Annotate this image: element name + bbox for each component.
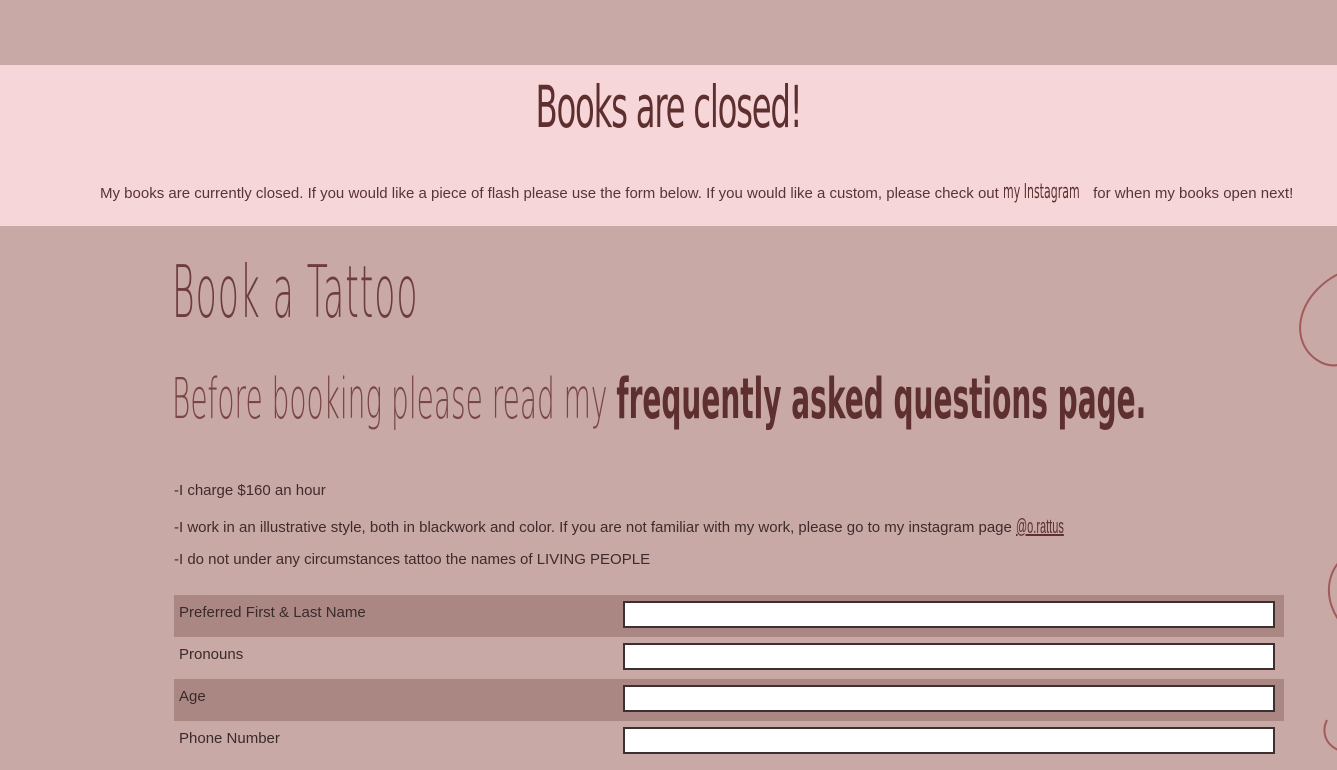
phone-input[interactable] [623, 727, 1275, 754]
age-label: Age [179, 688, 206, 705]
faq-prompt: Before booking please read my frequently… [172, 364, 1146, 436]
age-input[interactable] [623, 685, 1275, 712]
name-label: Preferred First & Last Name [179, 604, 366, 621]
pronouns-label: Pronouns [179, 646, 244, 663]
style-info: -I work in an illustrative style, both i… [174, 516, 1076, 539]
page-title: Book a Tattoo [172, 250, 419, 334]
banner-text-after: for when my books open next! [1088, 185, 1294, 202]
phone-label: Phone Number [179, 730, 280, 747]
booking-form: Preferred First & Last Name Pronouns Age… [174, 595, 1284, 763]
pronouns-input[interactable] [623, 643, 1275, 670]
banner-text-before: My books are currently closed. If you wo… [100, 185, 1003, 202]
form-row-age: Age [174, 679, 1284, 721]
closed-banner: Books are closed! My books are currently… [0, 65, 1337, 226]
form-row-pronouns: Pronouns [174, 637, 1284, 679]
names-policy: -I do not under any circumstances tattoo… [174, 551, 651, 568]
form-row-name: Preferred First & Last Name [174, 595, 1284, 637]
name-input[interactable] [623, 601, 1275, 628]
decorative-illustration-icon [1299, 273, 1337, 751]
form-row-phone: Phone Number [174, 721, 1284, 763]
rate-info: -I charge $160 an hour [174, 482, 326, 499]
banner-title: Books are closed! [535, 73, 803, 141]
instagram-handle-link[interactable]: @o.rattus [1016, 516, 1064, 539]
banner-message: My books are currently closed. If you wo… [100, 179, 1293, 203]
faq-prompt-text: Before booking please read my [172, 367, 617, 432]
instagram-link[interactable]: my Instagram [1003, 179, 1080, 203]
faq-link[interactable]: frequently asked questions page. [616, 367, 1146, 432]
style-info-text: -I work in an illustrative style, both i… [174, 519, 1017, 536]
